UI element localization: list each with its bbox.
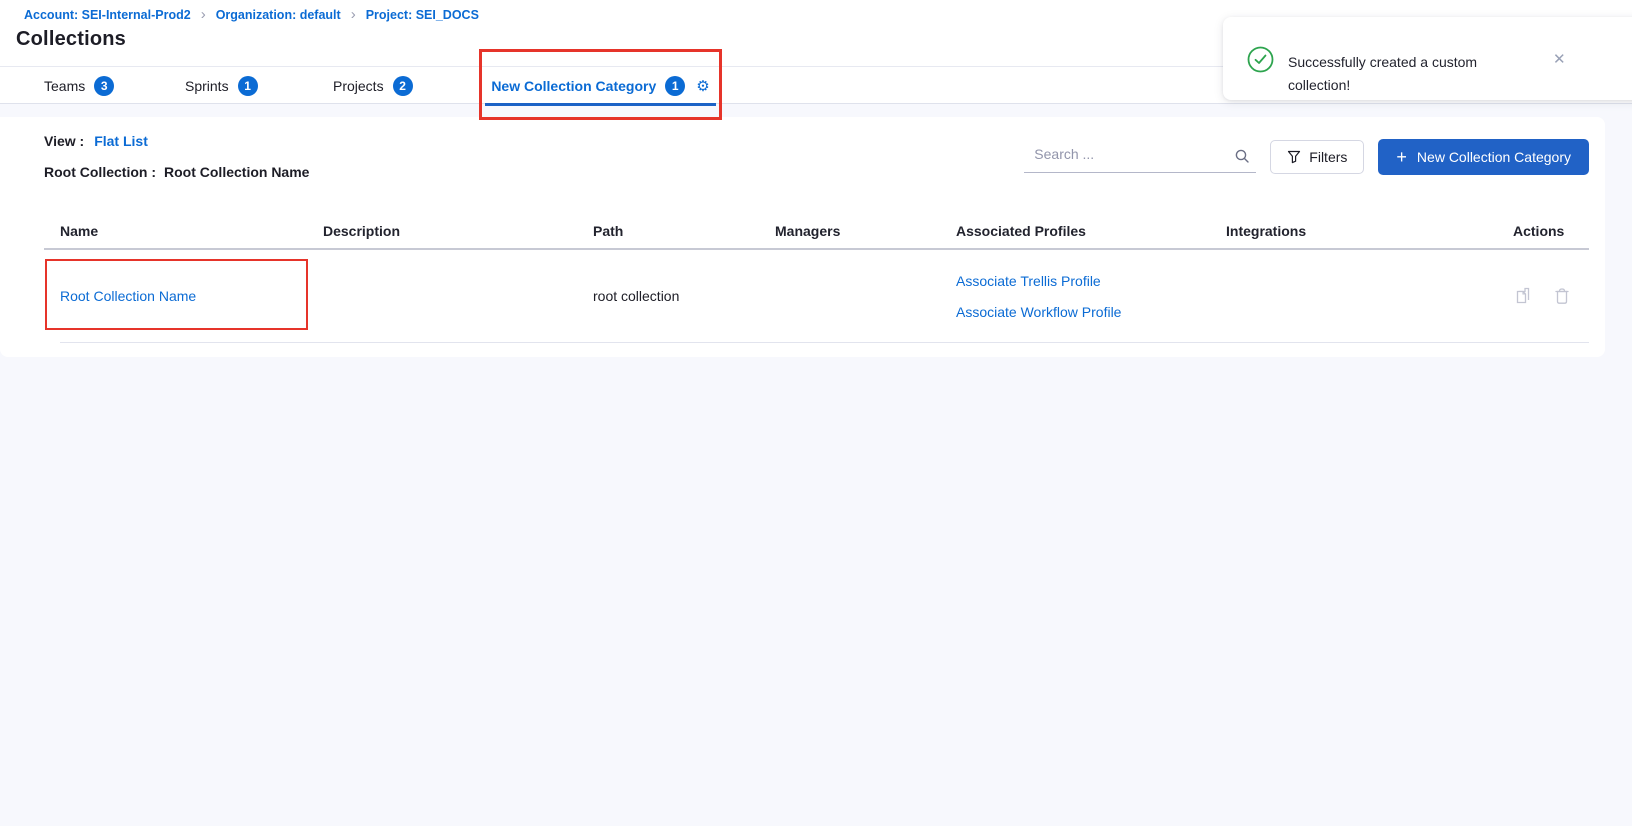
cell-path: root collection <box>593 288 775 304</box>
associate-trellis-profile-link[interactable]: Associate Trellis Profile <box>956 273 1226 289</box>
new-collection-category-button-label: New Collection Category <box>1417 149 1571 165</box>
tab-new-collection-category[interactable]: New Collection Category 1 ⚙ <box>485 67 716 104</box>
tab-sprints[interactable]: Sprints 1 <box>185 67 258 104</box>
view-label: View : <box>44 133 84 149</box>
breadcrumb-account[interactable]: Account: SEI-Internal-Prod2 <box>24 8 191 22</box>
cell-actions <box>1513 287 1589 305</box>
toolbar: Filters + New Collection Category <box>1024 139 1589 175</box>
filters-button-label: Filters <box>1309 149 1347 165</box>
breadcrumb: Account: SEI-Internal-Prod2 › Organizati… <box>24 8 479 22</box>
app-root: Account: SEI-Internal-Prod2 › Organizati… <box>0 0 1632 826</box>
table-row: Root Collection Name root collection Ass… <box>60 250 1589 343</box>
tab-projects-label: Projects <box>333 78 384 94</box>
search-icon <box>1234 148 1250 169</box>
close-icon[interactable]: ✕ <box>1553 50 1566 68</box>
toast-success: Successfully created a custom collection… <box>1223 17 1632 100</box>
chevron-right-icon: › <box>351 9 356 21</box>
tab-projects-count-badge: 2 <box>393 76 413 96</box>
tab-sprints-count-badge: 1 <box>238 76 258 96</box>
associate-workflow-profile-link[interactable]: Associate Workflow Profile <box>956 304 1226 320</box>
breadcrumb-organization[interactable]: Organization: default <box>216 8 341 22</box>
collection-name-link[interactable]: Root Collection Name <box>60 288 196 304</box>
table-header: Name Description Path Managers Associate… <box>60 223 1589 239</box>
column-header-path: Path <box>593 223 775 239</box>
tab-teams[interactable]: Teams 3 <box>44 67 114 104</box>
active-tab-underline <box>485 103 716 106</box>
filters-button[interactable]: Filters <box>1270 140 1364 174</box>
toast-message: Successfully created a custom collection… <box>1288 51 1503 97</box>
cell-associated-profiles: Associate Trellis Profile Associate Work… <box>956 273 1226 320</box>
view-mode-link[interactable]: Flat List <box>94 133 148 149</box>
content-card: View :Flat List Root Collection :Root Co… <box>0 117 1605 357</box>
column-header-name: Name <box>60 223 323 239</box>
tab-new-collection-category-count-badge: 1 <box>665 76 685 96</box>
chevron-right-icon: › <box>201 9 206 21</box>
success-check-icon <box>1247 46 1274 78</box>
gear-icon[interactable]: ⚙ <box>696 77 709 95</box>
filter-funnel-icon <box>1287 150 1301 164</box>
search-input[interactable] <box>1024 141 1256 173</box>
new-collection-category-button[interactable]: + New Collection Category <box>1378 139 1589 175</box>
root-collection-label: Root Collection : <box>44 164 156 180</box>
view-line: View : Flat List <box>44 133 148 149</box>
root-collection-value: Root Collection Name <box>164 164 309 180</box>
breadcrumb-project[interactable]: Project: SEI_DOCS <box>366 8 479 22</box>
cell-name: Root Collection Name <box>60 288 323 304</box>
tab-teams-count-badge: 3 <box>94 76 114 96</box>
column-header-managers: Managers <box>775 223 956 239</box>
delete-icon[interactable] <box>1554 287 1570 305</box>
tab-sprints-label: Sprints <box>185 78 229 94</box>
search-box <box>1024 141 1256 173</box>
column-header-associated-profiles: Associated Profiles <box>956 223 1226 239</box>
tab-new-collection-category-label: New Collection Category <box>491 78 656 94</box>
copy-icon[interactable] <box>1513 287 1530 305</box>
tab-projects[interactable]: Projects 2 <box>333 67 413 104</box>
tab-teams-label: Teams <box>44 78 85 94</box>
root-collection-line: Root Collection : Root Collection Name <box>44 164 309 180</box>
column-header-actions: Actions <box>1513 223 1589 239</box>
plus-icon: + <box>1396 149 1407 165</box>
page-title: Collections <box>16 28 126 51</box>
column-header-integrations: Integrations <box>1226 223 1513 239</box>
column-header-description: Description <box>323 223 593 239</box>
